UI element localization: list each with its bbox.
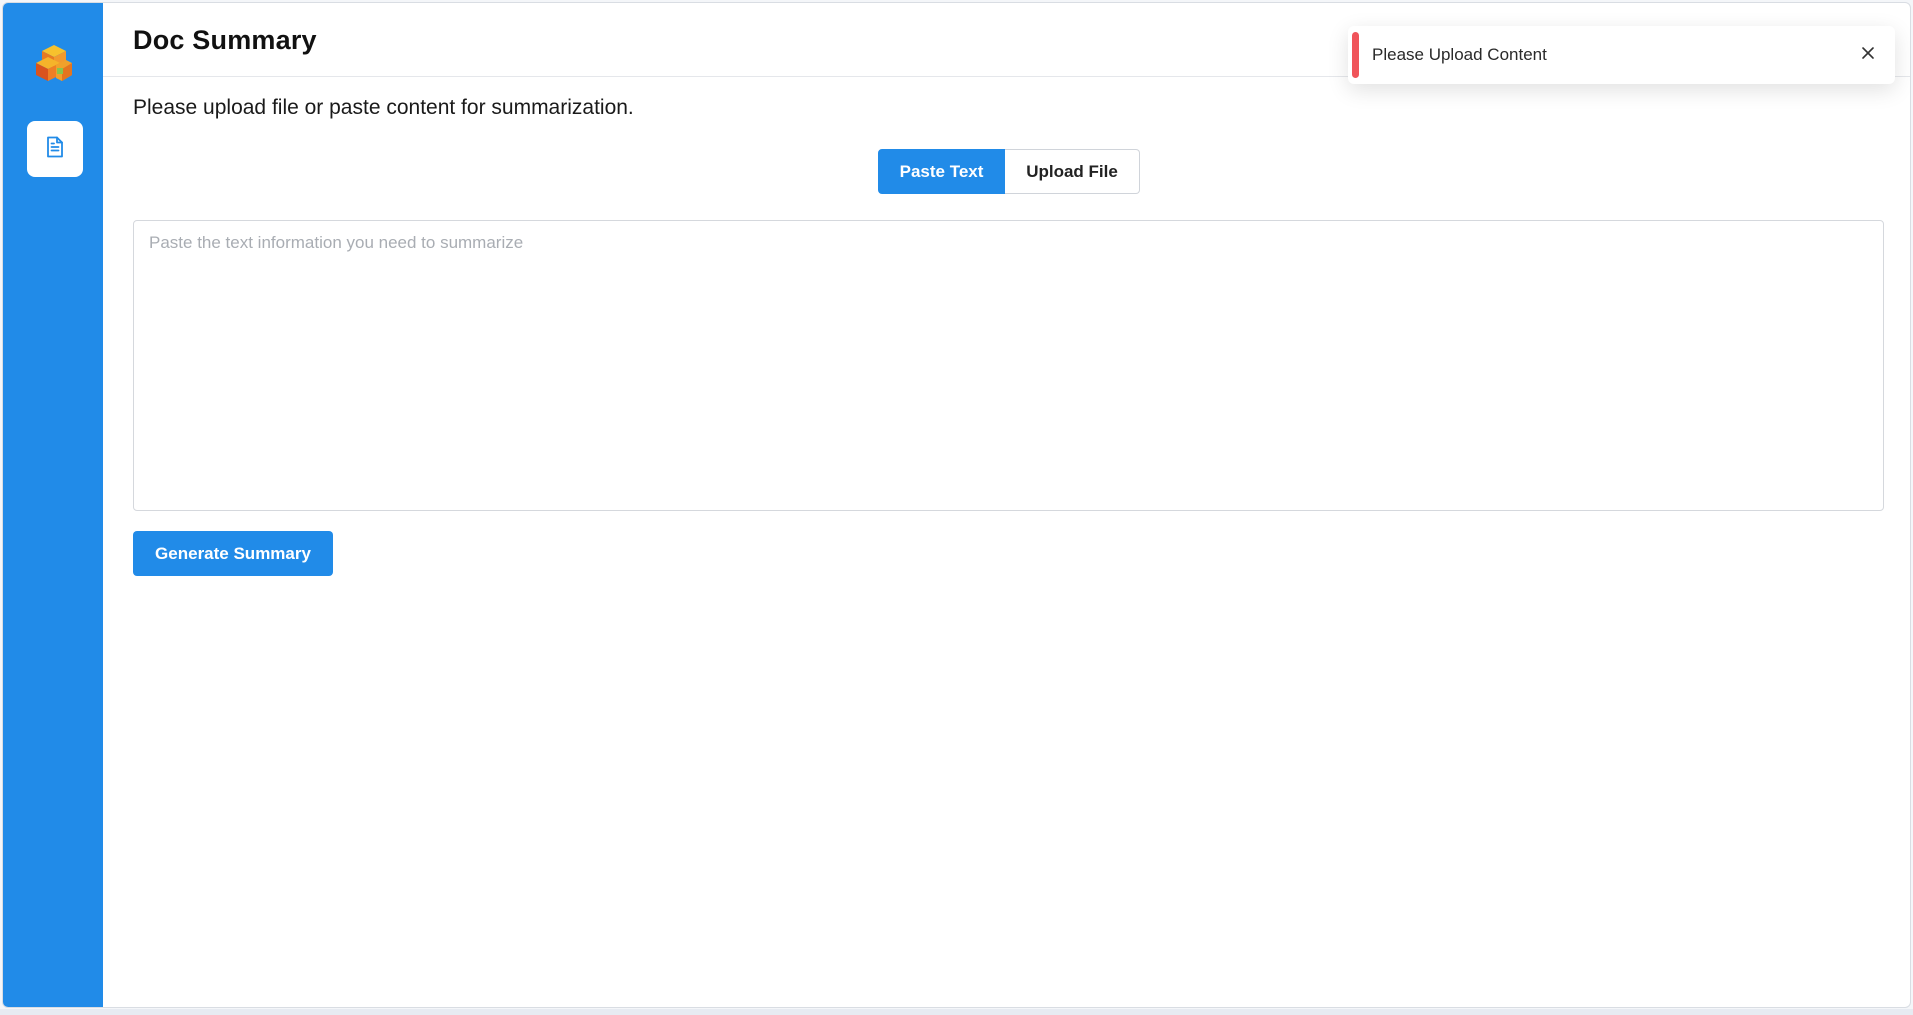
tab-upload-file[interactable]: Upload File (1005, 149, 1140, 194)
input-mode-tabs: Paste Text Upload File (878, 149, 1140, 194)
sidebar (3, 3, 103, 1007)
app-window: Doc Summary Please upload file or paste … (2, 2, 1911, 1008)
generate-summary-button[interactable]: Generate Summary (133, 531, 333, 576)
document-icon (45, 136, 65, 163)
sidebar-item-doc-summary[interactable] (27, 121, 83, 177)
page-description: Please upload file or paste content for … (133, 96, 634, 119)
tab-paste-text[interactable]: Paste Text (878, 149, 1005, 194)
content-textarea[interactable] (133, 220, 1884, 511)
app-logo-icon (34, 41, 74, 85)
error-toast: Please Upload Content (1348, 26, 1895, 84)
page-title: Doc Summary (133, 25, 317, 55)
toast-message: Please Upload Content (1372, 45, 1547, 64)
window-bottom-edge (0, 1009, 1913, 1015)
main-content: Doc Summary Please upload file or paste … (103, 3, 1910, 1007)
toast-status-bar (1352, 32, 1359, 78)
close-icon[interactable] (1855, 40, 1881, 66)
